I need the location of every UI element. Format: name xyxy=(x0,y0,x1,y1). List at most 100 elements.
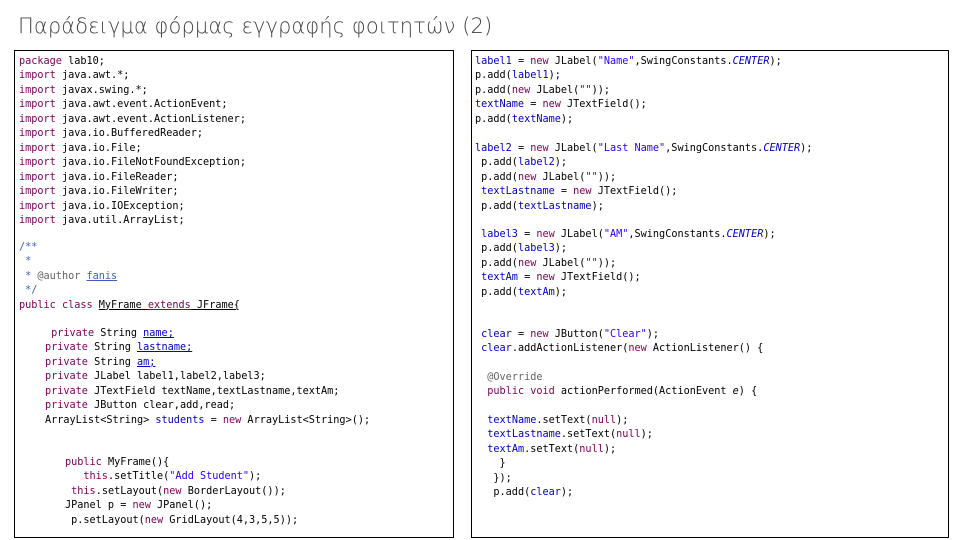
field-name: label1 xyxy=(511,70,549,82)
field-name: clear xyxy=(481,329,512,340)
slide-title: Παράδειγμα φόρμας εγγραφής φοιτητών (2) xyxy=(18,14,493,38)
method-call: p.add( xyxy=(481,171,518,183)
keyword: new xyxy=(144,514,164,526)
keyword: import xyxy=(19,171,56,183)
comment: * xyxy=(19,270,38,282)
constructor-call: BorderLayout()); xyxy=(181,485,286,497)
operator: = xyxy=(511,143,531,154)
keyword: import xyxy=(19,70,56,82)
string-literal: "" xyxy=(585,171,598,183)
method-call: p.add( xyxy=(481,200,518,212)
import-line: java.io.File; xyxy=(55,142,142,154)
constructor-call: JPanel(); xyxy=(150,500,213,512)
field-name: label3 xyxy=(481,229,518,240)
keyword: new xyxy=(573,186,592,198)
keyword: new xyxy=(542,99,561,111)
constructor-call: JTextField(); xyxy=(560,99,647,111)
constant-ref: ,SwingConstants. xyxy=(665,143,764,154)
punct: ); xyxy=(591,200,604,212)
operator: = xyxy=(554,186,574,198)
keyword: void xyxy=(530,386,555,398)
keyword: private xyxy=(45,342,88,354)
keyword: new xyxy=(222,414,242,426)
keyword: import xyxy=(19,142,56,154)
field-name: textName xyxy=(475,99,525,111)
keyword: import xyxy=(19,157,56,169)
field-name: textLastname xyxy=(517,200,592,212)
string-literal: "" xyxy=(585,257,598,269)
constructor-call: JLabel( xyxy=(554,229,604,240)
constructor-call: JButton( xyxy=(548,329,604,340)
keyword: this xyxy=(83,471,108,483)
constructor-call: JLabel( xyxy=(548,143,598,154)
constructor-call: JLabel( xyxy=(536,171,586,183)
field-type: String xyxy=(87,356,138,368)
annotation: @Override xyxy=(487,372,543,383)
punct: ); xyxy=(554,286,568,298)
field-name: clear xyxy=(530,487,561,499)
constant: CENTER xyxy=(732,56,770,67)
keyword: new xyxy=(163,485,182,497)
keyword: new xyxy=(530,329,549,340)
import-line: java.awt.event.ActionEvent; xyxy=(55,99,228,111)
punct: ); xyxy=(640,429,653,441)
method-call: .setText( xyxy=(536,415,592,426)
method-call: p.add( xyxy=(493,487,531,499)
punct: }); xyxy=(493,472,512,484)
code-block-imports: package lab10; import java.awt.*; import… xyxy=(19,55,246,228)
method-call: p.add( xyxy=(481,243,518,255)
comment-author: fanis xyxy=(86,270,118,282)
keyword: new xyxy=(132,500,151,512)
field-name: label2 xyxy=(475,143,512,154)
punct: ); xyxy=(554,157,568,169)
string-literal: "Name" xyxy=(597,56,635,67)
field-name: textLastname xyxy=(481,186,555,198)
field-name: label3 xyxy=(517,243,555,255)
constructor-call: JTextField(); xyxy=(554,272,641,284)
keyword: this xyxy=(71,485,96,497)
import-line: java.io.FileReader; xyxy=(55,171,179,183)
field-decl: JButton clear,add,read; xyxy=(87,400,236,412)
code-block-label1: label1 = new JLabel("Name",SwingConstant… xyxy=(475,55,782,127)
constructor-call: JTextField(); xyxy=(591,186,678,198)
field-name: label1 xyxy=(475,56,512,67)
field-decl: JTextField textName,textLastname,textAm; xyxy=(87,385,340,397)
field-name: textAm xyxy=(517,286,555,298)
method-call: p.add( xyxy=(481,257,518,269)
constant: CENTER xyxy=(763,143,801,154)
keyword: public xyxy=(487,386,525,398)
constructor-call: JLabel( xyxy=(548,56,598,67)
keyword: import xyxy=(19,84,56,96)
package-name: lab10; xyxy=(61,56,105,67)
code-panel-left: package lab10; import java.awt.*; import… xyxy=(14,50,454,538)
keyword: null xyxy=(591,415,617,426)
method-call: .setLayout( xyxy=(95,485,164,497)
keyword: new xyxy=(530,56,549,67)
code-panel-right: label1 = new JLabel("Name",SwingConstant… xyxy=(471,50,949,538)
comment: */ xyxy=(19,285,38,297)
keyword: new xyxy=(517,171,537,183)
punct: ); xyxy=(616,415,629,426)
constructor-call: GridLayout(4,3,5,5)); xyxy=(163,514,299,526)
variable-decl: JPanel p = xyxy=(65,500,133,512)
field-name: students xyxy=(155,414,205,426)
punct: } xyxy=(499,458,506,470)
punct: ); xyxy=(249,471,262,483)
punct: ); xyxy=(560,487,574,499)
field-name: am; xyxy=(137,356,156,368)
code-block-label3: label3 = new JLabel("AM",SwingConstants.… xyxy=(475,228,776,300)
keyword: null xyxy=(616,429,641,441)
import-line: java.util.ArrayList; xyxy=(55,214,185,226)
constant: CENTER xyxy=(726,229,764,240)
method-call: p.add( xyxy=(475,84,512,96)
method-signature: actionPerformed(ActionEvent xyxy=(554,386,733,398)
keyword: new xyxy=(536,272,555,284)
operator: = xyxy=(524,99,543,111)
constructor-call: ActionListener() { xyxy=(646,343,764,355)
field-name: lastname; xyxy=(137,342,193,354)
punct: ); xyxy=(763,229,776,240)
field-name: textAm xyxy=(487,443,525,455)
keyword: private xyxy=(45,400,88,412)
keyword: public xyxy=(65,457,102,468)
keyword: class xyxy=(61,299,93,311)
